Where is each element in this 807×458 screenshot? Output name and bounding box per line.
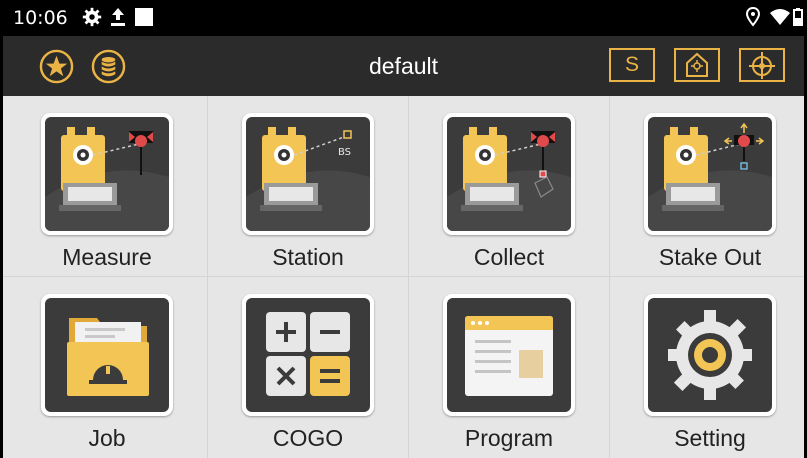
square-icon <box>135 8 153 26</box>
menu-item-measure[interactable]: Measure <box>7 96 207 276</box>
collect-tile[interactable] <box>443 113 575 235</box>
menu-label-job: Job <box>88 425 126 451</box>
menu-label-setting: Setting <box>674 425 746 451</box>
total-station-collect-icon <box>447 127 571 231</box>
job-tile[interactable] <box>41 294 173 416</box>
stake-out-tile[interactable] <box>644 113 776 235</box>
wifi-icon <box>770 9 790 25</box>
menu-item-stake-out[interactable]: Stake Out <box>610 96 807 276</box>
upload-icon <box>111 8 125 26</box>
menu-label-collect: Collect <box>473 244 545 270</box>
measure-tile[interactable] <box>41 113 173 235</box>
app-bar: default S <box>3 36 804 96</box>
crosshair-icon[interactable] <box>739 48 785 82</box>
main-menu-grid: Measure BS Station Collect Stake Out Job… <box>3 96 804 458</box>
menu-item-job[interactable]: Job <box>7 277 207 457</box>
menu-item-cogo[interactable]: COGO <box>208 277 408 457</box>
total-station-backsight-icon: BS <box>246 127 370 231</box>
total-station-measure-icon <box>45 127 169 231</box>
folder-icon <box>67 318 149 396</box>
setting-tile[interactable] <box>644 294 776 416</box>
battery-icon <box>793 8 803 26</box>
cogo-tile[interactable] <box>242 294 374 416</box>
gear-icon <box>82 7 102 27</box>
bs-caption: BS <box>338 147 351 158</box>
home-target-icon[interactable] <box>674 48 720 82</box>
menu-item-setting[interactable]: Setting <box>610 277 807 457</box>
calculator-icon <box>266 312 350 396</box>
status-bar: 10:06 <box>3 0 804 36</box>
menu-item-program[interactable]: Program <box>409 277 609 457</box>
menu-item-collect[interactable]: Collect <box>409 96 609 276</box>
menu-label-cogo: COGO <box>272 425 344 451</box>
status-time: 10:06 <box>13 7 68 29</box>
station-tile[interactable]: BS <box>242 113 374 235</box>
gear-settings-icon <box>668 310 752 400</box>
menu-label-stake-out: Stake Out <box>658 244 762 270</box>
program-tile[interactable] <box>443 294 575 416</box>
menu-label-program: Program <box>464 425 554 451</box>
menu-item-station[interactable]: BS Station <box>208 96 408 276</box>
menu-label-station: Station <box>272 244 344 270</box>
location-icon <box>745 6 761 27</box>
program-window-icon <box>465 316 553 396</box>
menu-label-measure: Measure <box>62 244 152 270</box>
total-station-stakeout-icon <box>648 122 772 231</box>
s-button[interactable]: S <box>609 48 655 82</box>
